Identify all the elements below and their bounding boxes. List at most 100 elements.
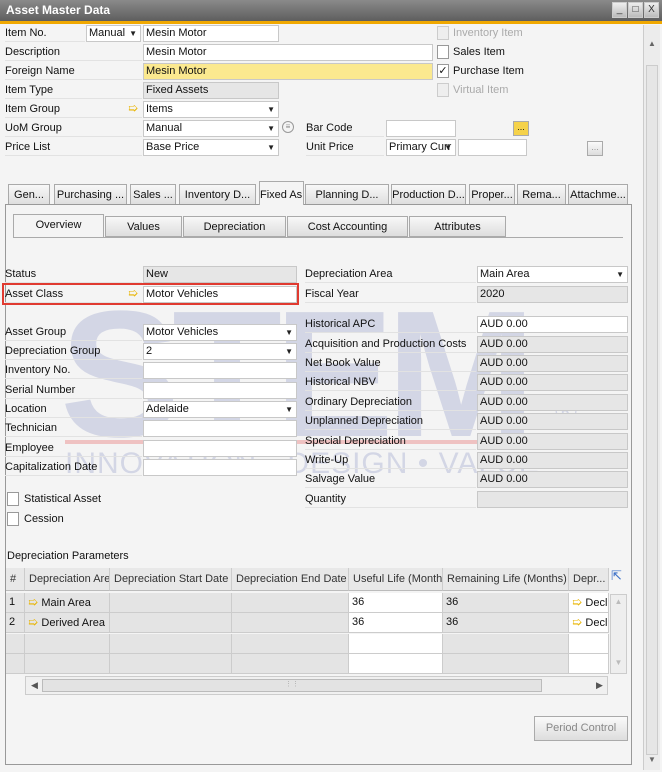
grid-vertical-scrollbar[interactable]: ▲ ▼ — [610, 594, 627, 674]
list-icon[interactable]: ≡ — [282, 121, 294, 133]
unit-price-label: Unit Price — [306, 139, 384, 156]
grid-cell[interactable] — [110, 633, 232, 654]
description-input[interactable]: Mesin Motor — [143, 44, 433, 61]
grid-cell[interactable] — [110, 613, 232, 634]
grid-horizontal-scrollbar[interactable]: ◀ ⋮⋮ ▶ — [25, 676, 608, 695]
grid-cell[interactable] — [232, 613, 349, 634]
close-button[interactable]: X — [644, 2, 659, 18]
cell-value: 36 — [352, 616, 365, 629]
employee-input[interactable] — [143, 440, 297, 457]
capitalization-date-input[interactable] — [143, 459, 297, 476]
tab-planning-d[interactable]: Planning D... — [305, 184, 389, 205]
tab-fixed-as[interactable]: Fixed As... — [259, 181, 304, 205]
unit-price-input[interactable] — [458, 139, 527, 156]
historical-apc-field[interactable]: AUD 0.00 — [477, 316, 628, 333]
uom-group-select[interactable]: Manual — [143, 120, 279, 137]
bar-code-browse-button[interactable]: ... — [513, 121, 529, 136]
column-header-useful-life-months[interactable]: Useful Life (Months) — [349, 568, 443, 591]
item-no-series-select[interactable]: Manual — [86, 25, 141, 42]
scroll-down-icon[interactable]: ▼ — [648, 755, 656, 764]
grid-cell[interactable] — [110, 593, 232, 613]
subtab-cost-accounting[interactable]: Cost Accounting — [287, 216, 408, 237]
grid-cell[interactable] — [110, 653, 232, 674]
grid-cell[interactable] — [349, 633, 443, 654]
bar-code-input[interactable] — [386, 120, 456, 137]
quantity-field — [477, 491, 628, 508]
item-type-label: Item Type — [5, 82, 142, 99]
scroll-thumb[interactable]: ⋮⋮ — [42, 679, 542, 692]
item-no-input[interactable]: Mesin Motor — [143, 25, 279, 42]
scroll-thumb[interactable] — [646, 65, 658, 755]
grid-cell[interactable] — [25, 653, 110, 674]
grid-cell[interactable]: ➯ Declir — [569, 613, 609, 634]
scroll-up-icon[interactable]: ▲ — [644, 39, 660, 48]
column-header-depreciation-area[interactable]: Depreciation Area — [25, 568, 110, 591]
checkbox-purchase-item[interactable]: ✓ — [437, 64, 449, 78]
link-arrow-icon[interactable]: ➯ — [128, 101, 138, 115]
scroll-left-icon[interactable]: ◀ — [31, 680, 38, 691]
checkbox-sales-item[interactable] — [437, 45, 449, 59]
grid-cell[interactable] — [569, 653, 609, 674]
inventory-no-input[interactable] — [143, 362, 297, 379]
scroll-right-icon[interactable]: ▶ — [596, 680, 603, 691]
column-header-remaining-life-months[interactable]: Remaining Life (Months) — [443, 568, 569, 591]
grid-cell[interactable]: ➯ Derived Area — [25, 613, 110, 634]
cell-value: 36 — [352, 596, 365, 608]
grid-cell[interactable] — [443, 633, 569, 654]
tab-sales[interactable]: Sales ... — [130, 184, 176, 205]
column-header-depreciation-end-date[interactable]: Depreciation End Date — [232, 568, 349, 591]
grid-cell[interactable]: ➯ Declir — [569, 593, 609, 613]
tab-rema[interactable]: Rema... — [517, 184, 566, 205]
tab-purchasing[interactable]: Purchasing ... — [54, 184, 127, 205]
item-group-select[interactable]: Items — [143, 101, 279, 118]
subtab-values[interactable]: Values — [105, 216, 182, 237]
price-list-select[interactable]: Base Price — [143, 139, 279, 156]
grid-cell[interactable] — [443, 653, 569, 674]
subtab-overview[interactable]: Overview — [13, 214, 104, 237]
grid-cell[interactable]: ➯ Main Area — [25, 593, 110, 613]
column-header-number[interactable]: # — [6, 568, 25, 591]
link-arrow-icon[interactable]: ➯ — [572, 615, 585, 629]
window-vertical-scrollbar[interactable]: ▲ ▼ — [643, 25, 660, 770]
foreign-name-input[interactable]: Mesin Motor — [143, 63, 433, 80]
maximize-button[interactable]: □ — [628, 2, 643, 18]
grid-cell[interactable]: 36 — [349, 593, 443, 613]
link-arrow-icon[interactable]: ➯ — [28, 615, 41, 629]
subtab-depreciation[interactable]: Depreciation — [183, 216, 286, 237]
unit-price-currency-select[interactable]: Primary Curr — [386, 139, 456, 156]
checkbox-label: Purchase Item — [453, 65, 524, 77]
subtab-attributes[interactable]: Attributes — [409, 216, 506, 237]
period-control-button[interactable]: Period Control — [534, 716, 628, 741]
column-header-depreciation-start-date[interactable]: Depreciation Start Date — [110, 568, 232, 591]
minimize-button[interactable]: _ — [612, 2, 627, 18]
grid-cell[interactable] — [232, 633, 349, 654]
asset-group-select[interactable]: Motor Vehicles — [143, 324, 297, 341]
grid-cell[interactable] — [25, 633, 110, 654]
grid-cell[interactable] — [569, 633, 609, 654]
grid-cell[interactable]: 36 — [443, 593, 569, 613]
location-select[interactable]: Adelaide — [143, 401, 297, 418]
link-arrow-icon[interactable]: ➯ — [28, 595, 41, 609]
column-header-depr[interactable]: Depr... — [569, 568, 609, 591]
tab-production-d[interactable]: Production D... — [391, 184, 466, 205]
tab-inventory-d[interactable]: Inventory D... — [179, 184, 256, 205]
grid-cell: 1 — [6, 593, 25, 613]
tab-gen[interactable]: Gen... — [8, 184, 50, 205]
checkbox-cession[interactable] — [7, 512, 19, 526]
unit-price-browse-button[interactable]: ... — [587, 141, 603, 156]
grid-cell[interactable] — [232, 593, 349, 613]
grid-cell[interactable] — [349, 653, 443, 674]
technician-input[interactable] — [143, 420, 297, 437]
link-arrow-icon[interactable]: ➯ — [572, 595, 585, 609]
depreciation-area-select[interactable]: Main Area — [477, 266, 628, 283]
checkbox-statistical-asset[interactable] — [7, 492, 19, 506]
expand-icon[interactable]: ⇱ — [611, 568, 622, 584]
grid-cell[interactable]: 36 — [443, 613, 569, 634]
depreciation-area-label: Depreciation Area — [305, 266, 476, 283]
grid-cell[interactable] — [232, 653, 349, 674]
serial-number-input[interactable] — [143, 382, 297, 399]
tab-proper[interactable]: Proper... — [469, 184, 515, 205]
tab-attachme[interactable]: Attachme... — [568, 184, 628, 205]
depreciation-group-select[interactable]: 2 — [143, 343, 297, 360]
grid-cell[interactable]: 36 — [349, 613, 443, 634]
